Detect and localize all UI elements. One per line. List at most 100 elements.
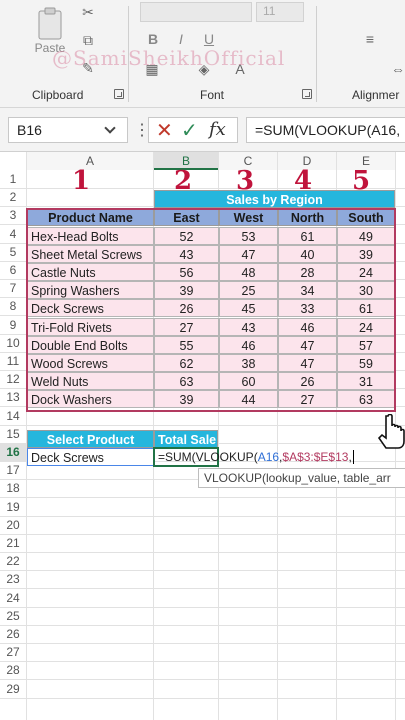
product-name-cell[interactable]: Spring Washers <box>27 281 154 299</box>
sales-value-cell[interactable]: 26 <box>278 372 337 390</box>
sales-value-cell[interactable]: 38 <box>219 354 278 372</box>
formula-edit-cell[interactable]: =SUM(VLOOKUP(A16,$A$3:$E$13, <box>155 448 405 466</box>
align-icon[interactable]: ≡ <box>360 30 380 48</box>
row-header[interactable]: 29 <box>0 680 26 698</box>
sales-value-cell[interactable]: 47 <box>219 245 278 263</box>
sales-value-cell[interactable]: 61 <box>337 299 395 317</box>
sales-value-cell[interactable]: 49 <box>337 227 395 245</box>
row-header[interactable]: 26 <box>0 625 26 643</box>
row-header[interactable]: 14 <box>0 407 26 425</box>
sales-value-cell[interactable]: 26 <box>154 299 219 317</box>
sales-value-cell[interactable]: 27 <box>154 318 219 336</box>
sales-value-cell[interactable]: 44 <box>219 390 278 408</box>
table-header-cell[interactable]: Product Name <box>27 208 154 226</box>
sales-value-cell[interactable]: 63 <box>337 390 395 408</box>
sales-value-cell[interactable]: 60 <box>219 372 278 390</box>
sales-value-cell[interactable]: 25 <box>219 281 278 299</box>
sales-value-cell[interactable]: 47 <box>278 336 337 354</box>
row-header[interactable]: 1 <box>0 170 26 188</box>
sales-value-cell[interactable]: 63 <box>154 372 219 390</box>
font-size-box[interactable]: 11 <box>256 2 304 22</box>
table-header-cell[interactable]: North <box>278 208 337 226</box>
sales-value-cell[interactable]: 56 <box>154 263 219 281</box>
sales-value-cell[interactable]: 43 <box>154 245 219 263</box>
sales-value-cell[interactable]: 52 <box>154 227 219 245</box>
table-title[interactable]: Sales by Region <box>154 190 395 208</box>
row-header[interactable]: 10 <box>0 334 26 352</box>
table-header-cell[interactable]: West <box>219 208 278 226</box>
product-name-cell[interactable]: Hex-Head Bolts <box>27 227 154 245</box>
selected-product-cell[interactable]: Deck Screws <box>27 448 154 466</box>
sales-value-cell[interactable]: 33 <box>278 299 337 317</box>
insert-function-icon[interactable]: fx <box>209 119 226 140</box>
sales-value-cell[interactable]: 27 <box>278 390 337 408</box>
row-header[interactable]: 9 <box>0 316 26 334</box>
sales-value-cell[interactable]: 53 <box>219 227 278 245</box>
sales-value-cell[interactable]: 55 <box>154 336 219 354</box>
row-header[interactable]: 23 <box>0 570 26 588</box>
product-name-cell[interactable]: Castle Nuts <box>27 263 154 281</box>
row-header[interactable]: 3 <box>0 206 26 224</box>
sales-value-cell[interactable]: 57 <box>337 336 395 354</box>
cancel-icon[interactable]: ✕ <box>156 118 173 143</box>
row-header[interactable]: 13 <box>0 388 26 406</box>
sales-value-cell[interactable]: 43 <box>219 318 278 336</box>
sales-value-cell[interactable]: 24 <box>337 263 395 281</box>
row-header[interactable]: 22 <box>0 552 26 570</box>
row-header[interactable]: 12 <box>0 370 26 388</box>
dialog-launcher-icon[interactable] <box>302 89 312 99</box>
row-header[interactable]: 28 <box>0 661 26 679</box>
table-header-cell[interactable]: East <box>154 208 219 226</box>
total-sale-label[interactable]: Total Sale <box>154 430 218 448</box>
product-name-cell[interactable]: Sheet Metal Screws <box>27 245 154 263</box>
cut-icon[interactable]: ✂ <box>78 2 98 22</box>
function-tooltip[interactable]: VLOOKUP(lookup_value, table_arr <box>198 468 405 488</box>
row-header[interactable]: 2 <box>0 188 26 206</box>
row-header[interactable]: 18 <box>0 479 26 497</box>
sales-value-cell[interactable]: 45 <box>219 299 278 317</box>
row-header[interactable]: 5 <box>0 243 26 261</box>
sales-value-cell[interactable]: 62 <box>154 354 219 372</box>
row-header[interactable]: 11 <box>0 352 26 370</box>
sales-value-cell[interactable]: 59 <box>337 354 395 372</box>
sales-value-cell[interactable]: 46 <box>278 318 337 336</box>
product-name-cell[interactable]: Deck Screws <box>27 299 154 317</box>
sales-value-cell[interactable]: 39 <box>154 281 219 299</box>
sales-value-cell[interactable]: 47 <box>278 354 337 372</box>
sales-value-cell[interactable]: 48 <box>219 263 278 281</box>
formula-input[interactable]: =SUM(VLOOKUP(A16, <box>246 117 405 143</box>
sales-value-cell[interactable]: 24 <box>337 318 395 336</box>
row-header[interactable]: 7 <box>0 279 26 297</box>
row-header[interactable]: 25 <box>0 607 26 625</box>
sales-value-cell[interactable]: 28 <box>278 263 337 281</box>
sales-value-cell[interactable]: 30 <box>337 281 395 299</box>
sales-value-cell[interactable]: 61 <box>278 227 337 245</box>
row-header[interactable]: 24 <box>0 589 26 607</box>
sales-value-cell[interactable]: 40 <box>278 245 337 263</box>
row-header[interactable]: 8 <box>0 297 26 315</box>
row-header[interactable]: 21 <box>0 534 26 552</box>
table-header-cell[interactable]: South <box>337 208 395 226</box>
sales-value-cell[interactable]: 46 <box>219 336 278 354</box>
product-name-cell[interactable]: Double End Bolts <box>27 336 154 354</box>
enter-icon[interactable]: ✓ <box>181 118 198 143</box>
product-name-cell[interactable]: Weld Nuts <box>27 372 154 390</box>
row-header[interactable]: 6 <box>0 261 26 279</box>
align-icon[interactable]: ⇔ <box>388 60 405 78</box>
dialog-launcher-icon[interactable] <box>114 89 124 99</box>
product-name-cell[interactable]: Dock Washers <box>27 390 154 408</box>
sales-value-cell[interactable]: 34 <box>278 281 337 299</box>
sales-value-cell[interactable]: 39 <box>337 245 395 263</box>
sales-value-cell[interactable]: 31 <box>337 372 395 390</box>
select-product-label[interactable]: Select Product <box>27 430 154 448</box>
row-header[interactable]: 15 <box>0 425 26 443</box>
sales-value-cell[interactable]: 39 <box>154 390 219 408</box>
row-header[interactable]: 27 <box>0 643 26 661</box>
product-name-cell[interactable]: Tri-Fold Rivets <box>27 318 154 336</box>
row-header[interactable]: 4 <box>0 225 26 243</box>
product-name-cell[interactable]: Wood Screws <box>27 354 154 372</box>
font-name-box[interactable] <box>140 2 252 22</box>
row-header[interactable]: 20 <box>0 516 26 534</box>
row-header[interactable]: 19 <box>0 498 26 516</box>
row-header[interactable]: 16 <box>0 443 26 461</box>
